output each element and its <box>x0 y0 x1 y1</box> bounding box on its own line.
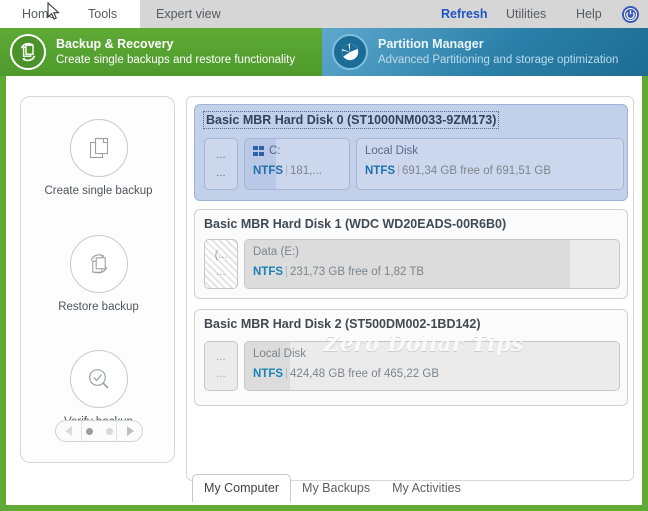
disk-title: Basic MBR Hard Disk 0 (ST1000NM0033-9ZM1… <box>203 111 500 129</box>
menu-item-tools[interactable]: Tools <box>88 0 117 28</box>
partition-info: NTFS | 181,... <box>253 165 341 177</box>
sidebar-item-restore-backup[interactable]: Restore backup <box>21 235 176 313</box>
chevron-left-icon[interactable] <box>56 421 82 441</box>
banner-partition-manager[interactable]: Partition Manager Advanced Partitioning … <box>322 28 648 76</box>
partition-separator: | <box>285 266 289 278</box>
partition-local-disk[interactable]: Local Disk NTFS | 424,48 GB free of 465,22… <box>244 341 620 391</box>
actions-sidebar: Create single backup Restore backup <box>20 96 175 463</box>
partition-label: Local Disk <box>253 348 307 360</box>
pager-dots <box>82 421 116 441</box>
menu-item-help[interactable]: Help <box>576 0 602 28</box>
disk-title: Basic MBR Hard Disk 1 (WDC WD20EADS-00R6… <box>204 217 507 231</box>
content-frame: Create single backup Restore backup Basi… <box>0 76 648 511</box>
partition-separator: | <box>397 165 401 177</box>
disk-row[interactable]: Basic MBR Hard Disk 2 (ST500DM002-1BD142… <box>194 309 628 406</box>
product-banner: Backup & Recovery Create single backups … <box>0 28 648 76</box>
menu-bar: Home Tools Expert view Refresh Utilities… <box>0 0 648 28</box>
partition-stub-label: ... <box>216 266 226 278</box>
banner-partition-text: Partition Manager Advanced Partitioning … <box>378 37 618 67</box>
chevron-right-icon[interactable] <box>116 421 142 441</box>
partition-stub[interactable]: ... ... <box>204 341 238 391</box>
pie-chart-icon <box>332 34 368 70</box>
mouse-cursor <box>47 2 60 20</box>
restore-refresh-icon <box>69 235 128 293</box>
banner-backup-subtitle: Create single backups and restore functi… <box>56 53 296 66</box>
partition-name-row: C: <box>253 145 341 157</box>
partition-row: ... ... C: NTFS | 181,... Local Disk NTF… <box>204 138 624 190</box>
pager-dot-2[interactable] <box>105 427 113 435</box>
partition-capacity: 231,73 GB free of 1,82 TB <box>290 266 425 278</box>
application-window: Home Tools Expert view Refresh Utilities… <box>0 0 648 511</box>
disk-list-panel: Basic MBR Hard Disk 0 (ST1000NM0033-9ZM1… <box>186 96 634 481</box>
sidebar-label-restore-backup: Restore backup <box>58 301 139 313</box>
partition-filesystem: NTFS <box>253 368 284 380</box>
partition-stub-label: ... <box>216 166 226 179</box>
bottom-tabs: My Computer My Backups My Activities <box>192 474 472 502</box>
windows-grid-icon <box>253 145 264 157</box>
partition-local-disk[interactable]: Local Disk NTFS | 691,34 GB free of 691,51… <box>356 138 624 190</box>
copy-documents-icon <box>69 119 128 177</box>
partition-c[interactable]: C: NTFS | 181,... <box>244 138 350 190</box>
tab-my-backups[interactable]: My Backups <box>291 475 381 502</box>
banner-backup-text: Backup & Recovery Create single backups … <box>56 37 295 67</box>
partition-name-row: Data (E:) <box>253 246 611 258</box>
partition-data-e[interactable]: Data (E:) NTFS | 231,73 GB free of 1,82 TB <box>244 239 620 289</box>
backup-restore-icon <box>10 34 46 70</box>
menu-item-expert-view[interactable]: Expert view <box>156 0 221 28</box>
disk-row[interactable]: Basic MBR Hard Disk 1 (WDC WD20EADS-00R6… <box>194 209 628 299</box>
partition-stub-label: ... <box>216 351 226 363</box>
partition-capacity: 691,34 GB free of 691,51 GB <box>402 165 551 177</box>
sidebar-item-verify-backup[interactable]: Verify backup <box>21 350 176 428</box>
partition-capacity: 181,... <box>290 165 322 177</box>
menu-item-utilities[interactable]: Utilities <box>506 0 546 28</box>
magnifier-check-icon <box>69 350 128 408</box>
pager-dot-1[interactable] <box>85 427 93 435</box>
partition-capacity: 424,48 GB free of 465,22 GB <box>290 368 439 380</box>
partition-row: (... ... Data (E:) NTFS | 231,73 GB free o… <box>204 239 620 289</box>
menu-item-refresh[interactable]: Refresh <box>441 0 488 28</box>
tab-my-computer[interactable]: My Computer <box>192 474 292 502</box>
power-icon[interactable] <box>622 6 639 23</box>
partition-stub-label: ... <box>216 148 226 161</box>
partition-label: C: <box>269 145 281 157</box>
partition-name-row: Local Disk <box>365 145 615 157</box>
banner-partition-subtitle: Advanced Partitioning and storage optimi… <box>378 53 619 66</box>
partition-row: ... ... Local Disk NTFS | 424,48 GB free o… <box>204 341 620 391</box>
partition-stub-unallocated[interactable]: (... ... <box>204 239 238 289</box>
sidebar-label-create-single-backup: Create single backup <box>44 185 153 197</box>
partition-info: NTFS | 691,34 GB free of 691,51 GB <box>365 165 615 177</box>
partition-separator: | <box>285 368 289 380</box>
menu-bar-active-background <box>0 0 140 28</box>
partition-filesystem: NTFS <box>365 165 396 177</box>
sidebar-item-create-single-backup[interactable]: Create single backup <box>21 119 176 197</box>
partition-separator: | <box>285 165 289 177</box>
partition-name-row: Local Disk <box>253 348 611 360</box>
partition-info: NTFS | 424,48 GB free of 465,22 GB <box>253 368 611 380</box>
banner-partition-title: Partition Manager <box>378 37 484 51</box>
partition-stub-label: (... <box>214 249 228 261</box>
partition-filesystem: NTFS <box>253 165 284 177</box>
tab-my-activities[interactable]: My Activities <box>381 475 472 502</box>
partition-filesystem: NTFS <box>253 266 284 278</box>
partition-stub-label: ... <box>216 368 226 380</box>
disk-row[interactable]: Basic MBR Hard Disk 0 (ST1000NM0033-9ZM1… <box>194 104 628 201</box>
partition-label: Local Disk <box>365 145 419 157</box>
partition-label: Data (E:) <box>253 246 300 258</box>
partition-stub[interactable]: ... ... <box>204 138 238 190</box>
banner-backup-recovery[interactable]: Backup & Recovery Create single backups … <box>0 28 322 76</box>
disk-title: Basic MBR Hard Disk 2 (ST500DM002-1BD142… <box>204 317 481 331</box>
partition-info: NTFS | 231,73 GB free of 1,82 TB <box>253 266 611 278</box>
sidebar-pager <box>55 420 143 442</box>
banner-backup-title: Backup & Recovery <box>56 37 174 51</box>
